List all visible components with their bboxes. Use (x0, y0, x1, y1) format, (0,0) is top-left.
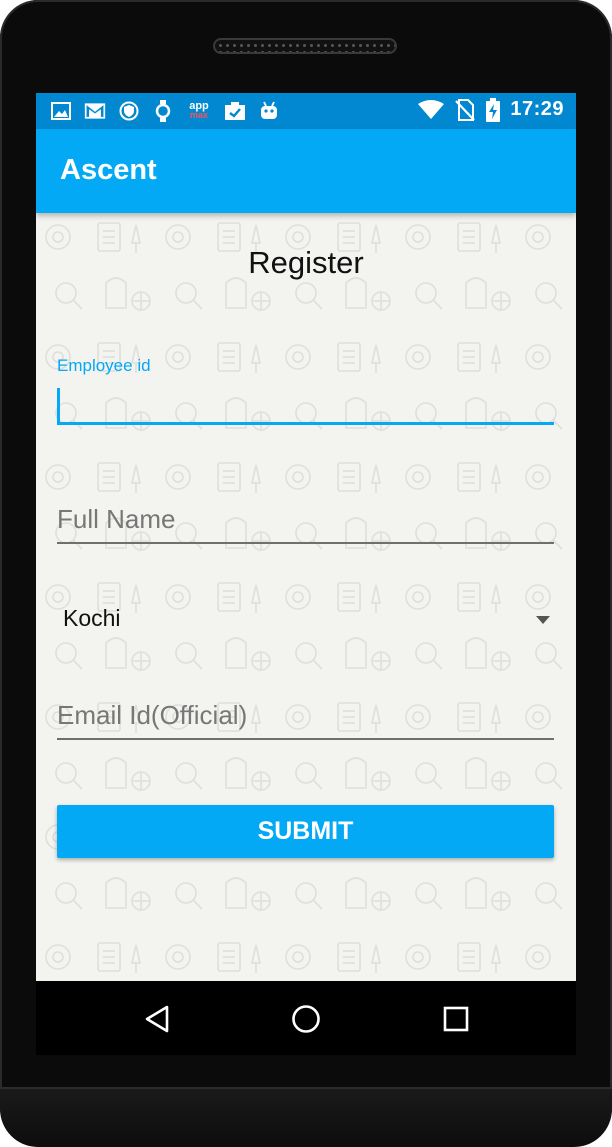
clipboard-check-icon (224, 100, 246, 122)
home-icon[interactable] (286, 1001, 326, 1037)
shield-icon (118, 100, 140, 122)
app-bar: Ascent (36, 129, 576, 213)
app-title: Ascent (60, 154, 157, 186)
location-dropdown[interactable]: Kochi (57, 599, 554, 643)
dropdown-arrow-icon (536, 616, 550, 624)
no-sim-icon (454, 98, 476, 121)
email-placeholder: Email Id(Official) (57, 700, 248, 730)
email-field[interactable]: Email Id(Official) (57, 696, 554, 740)
employee-id-label: Employee id (57, 356, 151, 375)
watch-icon (152, 100, 174, 122)
register-heading: Register (248, 245, 364, 280)
full-name-field[interactable]: Full Name (57, 500, 554, 544)
back-icon[interactable] (137, 1001, 177, 1037)
navigation-bar (36, 981, 576, 1055)
submit-button[interactable]: SUBMIT (57, 805, 554, 858)
location-selected-value: Kochi (63, 605, 121, 631)
status-bar: app max 17:29 (36, 93, 576, 129)
wifi-icon (418, 99, 445, 121)
status-time: 17:29 (510, 98, 564, 120)
appmax-text-bottom: max (189, 110, 208, 120)
full-name-placeholder: Full Name (57, 504, 176, 534)
screen: app max 17:29 Ascent Register Employee i… (36, 93, 576, 981)
appmax-icon: app max (186, 100, 212, 122)
register-form: Register Employee id Full Name Kochi Ema… (36, 213, 576, 981)
recents-icon[interactable] (436, 1001, 476, 1037)
text-cursor (57, 388, 60, 424)
android-icon (258, 100, 280, 122)
image-icon (50, 100, 72, 122)
gmail-icon (84, 100, 106, 122)
phone-chin (0, 1087, 612, 1147)
phone-frame: app max 17:29 Ascent Register Employee i… (0, 0, 612, 1147)
battery-charging-icon (486, 97, 501, 122)
background-doodle-pattern (36, 213, 576, 981)
employee-id-field[interactable] (57, 385, 554, 425)
speaker-grille (213, 38, 397, 54)
